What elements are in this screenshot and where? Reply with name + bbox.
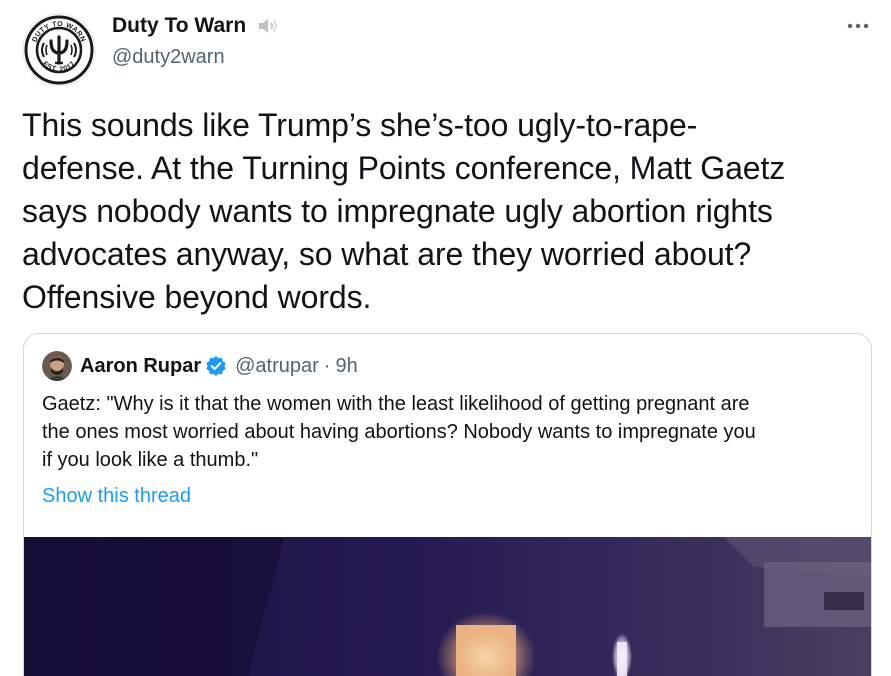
quoted-author-name[interactable]: Aaron Rupar [80, 355, 201, 378]
author-avatar[interactable]: DUTY TO WARN EST. 2017 [22, 13, 96, 87]
quoted-author-avatar[interactable] [42, 351, 72, 381]
show-thread-link[interactable]: Show this thread [42, 485, 191, 508]
author-name-label[interactable]: Duty To Warn [112, 14, 246, 38]
quoted-tweet-card[interactable]: Aaron Rupar @atrupar · 9h Gaetz: "Why is… [23, 333, 872, 676]
quoted-separator: · [323, 354, 331, 377]
verified-badge-icon [205, 355, 227, 377]
more-icon [847, 23, 869, 29]
psi-badge-logo-icon: DUTY TO WARN EST. 2017 [22, 13, 96, 87]
quoted-tweet-text: Gaetz: "Why is it that the women with th… [42, 393, 756, 471]
quoted-author-handle[interactable]: @atrupar [235, 355, 319, 378]
tweet-text: This sounds like Trump’s she’s-too ugly-… [22, 107, 786, 315]
author-name[interactable]: Duty To Warn [112, 14, 280, 38]
more-options-button[interactable] [842, 14, 874, 38]
quoted-video-thumbnail[interactable] [24, 537, 871, 676]
quoted-timestamp[interactable]: 9h [335, 355, 357, 378]
author-handle[interactable]: @duty2warn [112, 46, 225, 69]
quoted-tweet-header: Aaron Rupar @atrupar · 9h [42, 351, 358, 381]
tweet: DUTY TO WARN EST. 2017 Duty To Warn @dut… [0, 0, 891, 676]
speaker-icon [256, 14, 280, 38]
